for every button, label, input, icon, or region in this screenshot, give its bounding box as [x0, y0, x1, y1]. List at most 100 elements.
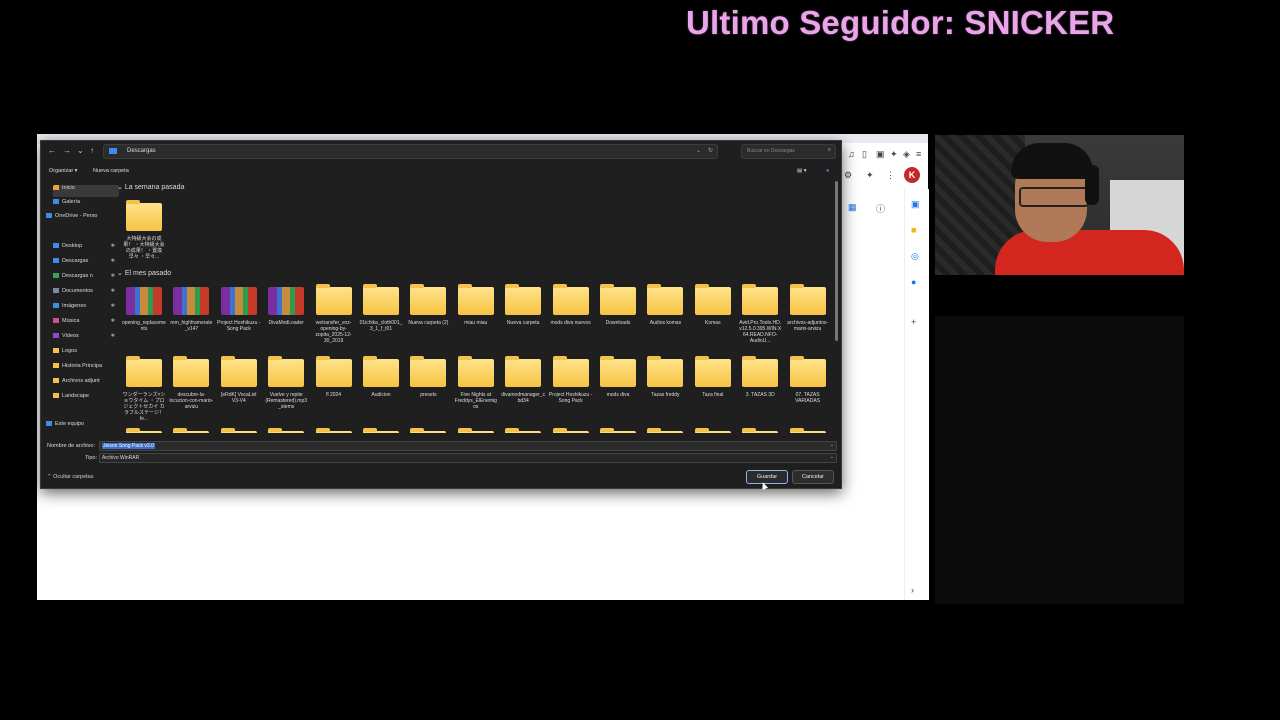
file-item[interactable]: Project Hoshikuzu - Song Pack [549, 356, 593, 429]
hide-folders-toggle[interactable]: ⌃ Ocultar carpetas [47, 474, 94, 480]
pin-icon[interactable]: ✱ [111, 243, 115, 249]
file-item[interactable]: fl 2024 [312, 356, 356, 429]
gear-icon[interactable]: ⚙ [844, 170, 852, 181]
file-item[interactable]: Nueva carpeta [501, 284, 545, 357]
folder-icon[interactable] [647, 428, 684, 433]
refresh-icon[interactable]: ↻ [708, 147, 713, 154]
file-item[interactable]: divamodmanager_cbd34 [501, 356, 545, 429]
breadcrumb[interactable]: Descargas [127, 148, 156, 154]
music-icon[interactable]: ♫ [848, 149, 855, 159]
profile-avatar[interactable]: K [904, 167, 920, 183]
file-item[interactable]: 3. TAZAS 3D [738, 356, 782, 429]
apps-grid-icon[interactable]: ⋮ [886, 170, 895, 181]
sparkle-icon[interactable]: ✦ [866, 170, 874, 181]
file-item[interactable]: Vuelve y repite (Remastered).mp3_stems [264, 356, 308, 429]
file-item[interactable]: Avid.Pro.Tools.HD.v12.5.0.395.WIN.X64.RE… [738, 284, 782, 357]
extension-icon[interactable]: ▣ [876, 149, 885, 160]
filename-input[interactable]: Jeison Song Pack v3.0 ⌄ [99, 441, 837, 451]
folder-icon[interactable] [363, 428, 399, 433]
file-item[interactable]: [eRdK] VocaList V3-V4 [217, 356, 261, 429]
file-item[interactable]: Komas [691, 284, 735, 357]
organize-button[interactable]: Organizar ▾ [49, 168, 77, 174]
file-item[interactable]: Project Hoshikuzu - Song Pack [217, 287, 261, 357]
folder-icon[interactable] [694, 428, 731, 433]
nav-item[interactable]: Descargas ✱ [53, 258, 119, 270]
folder-icon[interactable] [600, 428, 636, 433]
chevron-down-icon[interactable]: ⌄ [77, 146, 84, 155]
file-item[interactable]: mods diva nuevos [549, 284, 593, 357]
menu-icon[interactable]: ≡ [916, 149, 921, 159]
address-bar[interactable]: Descargas ⌄ ↻ [103, 144, 718, 159]
nav-item[interactable]: Este equipo [46, 421, 112, 433]
file-item[interactable]: presets [406, 356, 450, 429]
nav-item[interactable]: Landscape [53, 393, 119, 405]
view-options-icon[interactable]: ▤ ▾ [797, 168, 807, 174]
new-folder-button[interactable]: Nueva carpeta [93, 168, 129, 174]
nav-item[interactable]: Música ✱ [53, 318, 119, 330]
folder-icon[interactable] [410, 428, 447, 433]
scrollbar-thumb[interactable] [835, 181, 838, 341]
nav-item[interactable]: OneDrive - Perso [46, 213, 112, 225]
address-dropdown-icon[interactable]: ⌄ [696, 147, 701, 154]
folder-icon[interactable] [173, 428, 210, 433]
add-icon[interactable]: + [911, 317, 916, 327]
save-button[interactable]: Guardar [746, 470, 788, 484]
calendar-icon[interactable]: ▣ [911, 199, 920, 210]
file-item[interactable]: wetransfer_voz-opening-by-zopita_2025-12… [312, 284, 356, 357]
search-input[interactable]: Buscar en Descargas ⌕ [741, 144, 836, 159]
filetype-select[interactable]: Archivo WinRAR ⌄ [99, 453, 837, 463]
file-item[interactable]: archivos-adjuntos-mario-arvizu [786, 284, 830, 357]
folder-icon[interactable] [126, 428, 162, 433]
file-item[interactable]: DivaModLoader [264, 287, 308, 357]
cancel-button[interactable]: Cancelar [792, 470, 834, 484]
forward-icon[interactable]: → [63, 146, 71, 155]
folder-icon[interactable] [220, 428, 257, 433]
folder-icon[interactable] [742, 428, 779, 433]
back-icon[interactable]: ← [48, 146, 56, 155]
file-item[interactable]: Downloads [596, 284, 640, 357]
filetype-dropdown-icon[interactable]: ⌄ [830, 454, 834, 460]
keep-icon[interactable]: ■ [911, 225, 916, 235]
pin-icon[interactable]: ✱ [111, 258, 115, 264]
contacts-icon[interactable]: ● [911, 277, 916, 287]
filename-dropdown-icon[interactable]: ⌄ [830, 442, 834, 448]
pin-icon[interactable]: ✱ [111, 303, 115, 309]
file-item[interactable]: miau miau [454, 284, 498, 357]
file-item[interactable]: ワンダーランズ×ショウタイム ・プロジェクトセカイ カラフルステージ！ fe..… [122, 356, 166, 429]
grid-view-icon[interactable]: ▦ [848, 202, 857, 213]
file-item[interactable]: Audicion [359, 356, 403, 429]
file-item[interactable]: opening_replacements [122, 287, 166, 357]
pin-icon[interactable]: ✱ [111, 318, 115, 324]
folder-icon[interactable] [457, 428, 494, 433]
folder-icon[interactable] [552, 428, 589, 433]
file-item[interactable]: Audios komas [643, 284, 687, 357]
nav-item[interactable]: Historia Principa [53, 363, 119, 375]
nav-item[interactable]: Descargas n ✱ [53, 273, 119, 285]
puzzle-icon[interactable]: ✦ [890, 149, 898, 160]
chevron-right-icon[interactable]: › [911, 585, 914, 595]
folder-icon[interactable] [268, 428, 305, 433]
tasks-icon[interactable]: ◎ [911, 251, 919, 262]
file-item[interactable]: Tazas freddy [643, 356, 687, 429]
help-icon[interactable]: ● [826, 168, 829, 174]
nav-item[interactable]: Archivos adjunt [53, 378, 119, 390]
scrollbar[interactable] [834, 181, 839, 433]
info-icon[interactable]: ⓘ [876, 202, 885, 215]
nav-item[interactable]: Desktop ✱ [53, 243, 119, 255]
shield-icon[interactable]: ◈ [903, 149, 910, 160]
up-icon[interactable]: ↑ [90, 146, 94, 155]
file-item[interactable]: Taza final [691, 356, 735, 429]
file-item[interactable]: 07. TAZAS VARIADAS [786, 356, 830, 429]
nav-item[interactable]: Videos ✱ [53, 333, 119, 345]
sidebar-icon[interactable]: ▯ [862, 149, 867, 160]
file-item[interactable]: Five Nights at Freddys_ElEnemigos [454, 356, 498, 429]
file-item[interactable]: Nueva carpeta (2) [406, 284, 450, 357]
file-item[interactable]: mm_highframerate_v147 [169, 287, 213, 357]
nav-item[interactable]: Imágenes ✱ [53, 303, 119, 315]
pin-icon[interactable]: ✱ [111, 333, 115, 339]
group-header-last-week[interactable]: ⌄ La semana pasada [117, 183, 184, 191]
folder-icon[interactable] [315, 428, 352, 433]
file-item[interactable]: 01ichika_cloth001_3_1_f_t01 [359, 284, 403, 357]
file-item[interactable]: mods diva [596, 356, 640, 429]
nav-item[interactable]: Documentos ✱ [53, 288, 119, 300]
